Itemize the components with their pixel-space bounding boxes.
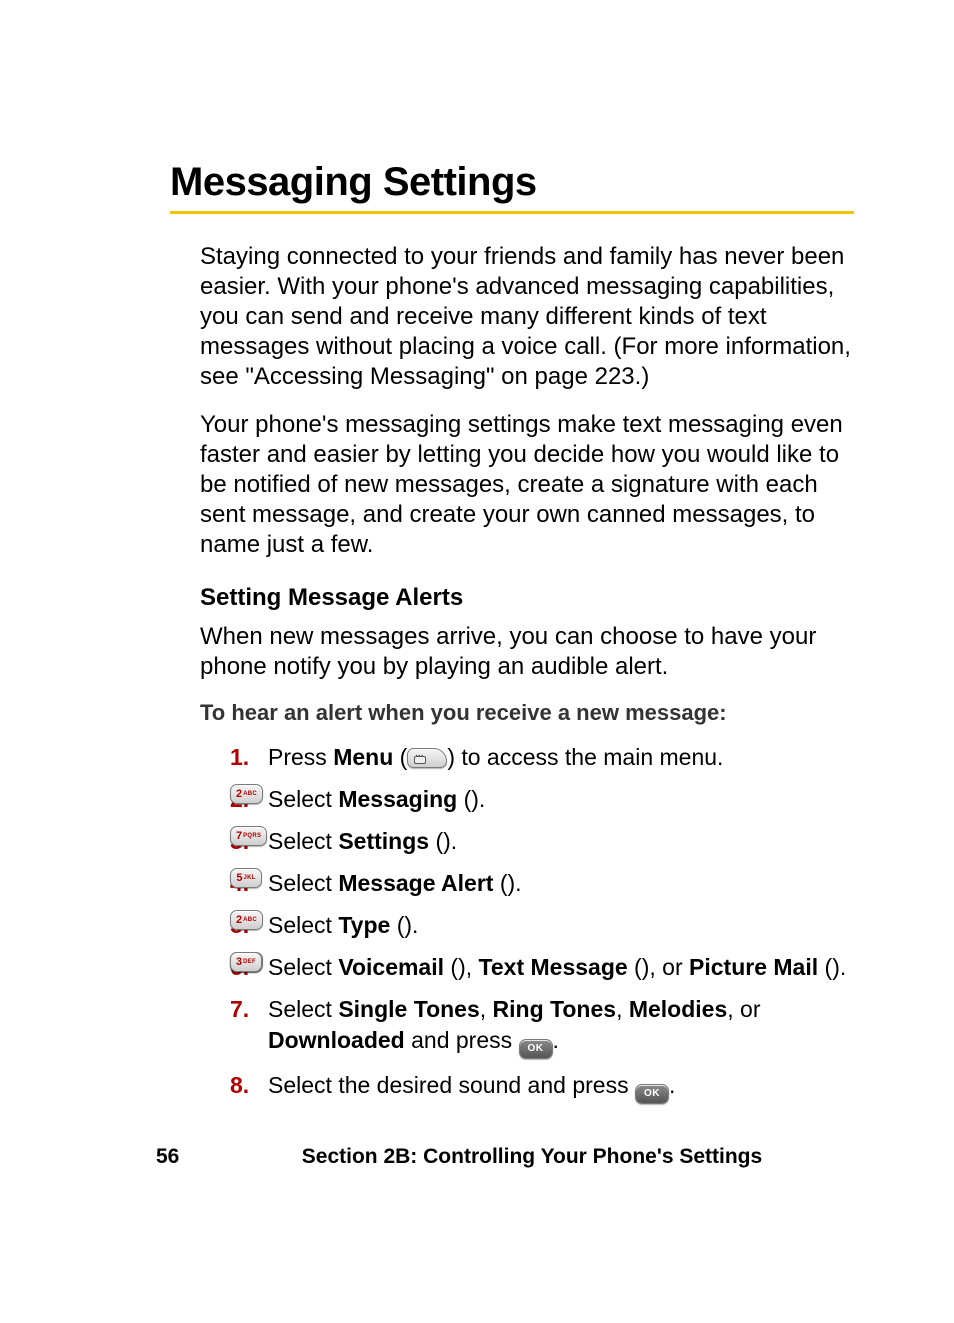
messaging-label: Messaging — [338, 786, 457, 812]
key-letters: JKL — [243, 874, 255, 882]
key-letters: ABC — [243, 916, 257, 924]
step-text: . — [669, 1072, 675, 1098]
step-text: Select — [268, 996, 338, 1022]
message-alert-label: Message Alert — [338, 870, 493, 896]
step-text: and press — [405, 1027, 519, 1053]
melodies-label: Melodies — [629, 996, 727, 1022]
settings-label: Settings — [338, 828, 429, 854]
picture-mail-label: Picture Mail — [689, 954, 818, 980]
step-text: ). — [471, 786, 485, 812]
key-digit: 2 — [236, 913, 242, 928]
step-text: ( — [493, 870, 507, 896]
step-text: ). — [508, 870, 522, 896]
step-7: 7. Select Single Tones, Ring Tones, Melo… — [230, 994, 854, 1059]
step-text: ( — [444, 954, 458, 980]
step-text: Select — [268, 828, 338, 854]
key-2-icon: 2ABC — [230, 784, 263, 804]
step-4: 4. Select Message Alert (5JKL). — [230, 868, 854, 899]
key-digit: 5 — [236, 871, 242, 886]
key-7-icon: 7PQRS — [230, 826, 267, 846]
page-title: Messaging Settings — [170, 160, 854, 205]
step-text: ). — [404, 912, 418, 938]
key-letters: DEF — [243, 958, 256, 966]
step-text: Press — [268, 744, 333, 770]
step-text: Select — [268, 954, 338, 980]
step-text: , — [616, 996, 629, 1022]
step-text: ), — [458, 954, 478, 980]
type-label: Type — [338, 912, 390, 938]
key-digit: 7 — [236, 829, 242, 844]
key-digit: 2 — [236, 787, 242, 802]
step-list: 1. Press Menu ( ) to access the main menu… — [200, 742, 854, 1104]
step-3: 3. Select Settings (7PQRS). — [230, 826, 854, 857]
voicemail-label: Voicemail — [338, 954, 444, 980]
step-number: 7. — [230, 994, 249, 1025]
step-text: ( — [818, 954, 832, 980]
step-text: ( — [457, 786, 471, 812]
step-text: Select — [268, 786, 338, 812]
content-area: Staying connected to your friends and fa… — [170, 242, 854, 1104]
step-text: Select the desired sound and press — [268, 1072, 635, 1098]
key-3-icon: 3DEF — [230, 952, 262, 972]
ok-key-icon: OK — [519, 1039, 553, 1059]
step-text: ), or — [642, 954, 689, 980]
ok-key-icon: OK — [635, 1084, 669, 1104]
step-text: ( — [628, 954, 642, 980]
step-1: 1. Press Menu ( ) to access the main menu… — [230, 742, 854, 773]
ring-tones-label: Ring Tones — [493, 996, 617, 1022]
step-number: 1. — [230, 742, 249, 773]
step-number: 8. — [230, 1070, 249, 1101]
key-5-icon: 5JKL — [230, 868, 262, 888]
manual-page: Messaging Settings Staying connected to … — [0, 0, 954, 1323]
key-digit: 3 — [236, 955, 242, 970]
key-letters: PQRS — [243, 832, 261, 840]
intro-paragraph-2: Your phone's messaging settings make tex… — [200, 410, 854, 560]
menu-label: Menu — [333, 744, 393, 770]
intro-paragraph-1: Staying connected to your friends and fa… — [200, 242, 854, 392]
step-text: . — [553, 1027, 559, 1053]
step-2: 2. Select Messaging (2ABC). — [230, 784, 854, 815]
key-2-icon: 2ABC — [230, 910, 263, 930]
text-message-label: Text Message — [479, 954, 628, 980]
title-rule — [170, 211, 854, 214]
key-letters: ABC — [243, 790, 257, 798]
step-text: ). — [443, 828, 457, 854]
instruction-lead: To hear an alert when you receive a new … — [200, 700, 854, 726]
section-label: Section 2B: Controlling Your Phone's Set… — [0, 1145, 954, 1169]
subheading: Setting Message Alerts — [200, 584, 854, 612]
menu-key-icon — [407, 748, 447, 768]
step-text: , or — [727, 996, 760, 1022]
step-text: Select — [268, 912, 338, 938]
step-text: ) to access the main menu. — [447, 744, 723, 770]
alert-paragraph: When new messages arrive, you can choose… — [200, 622, 854, 682]
step-6: 6. Select Voicemail (1), Text Message (2… — [230, 952, 854, 983]
step-8: 8. Select the desired sound and press OK… — [230, 1070, 854, 1104]
step-text: , — [480, 996, 493, 1022]
step-text: ( — [390, 912, 404, 938]
step-5: 5. Select Type (2ABC). — [230, 910, 854, 941]
step-text: Select — [268, 870, 338, 896]
step-text: ). — [832, 954, 846, 980]
single-tones-label: Single Tones — [338, 996, 479, 1022]
downloaded-label: Downloaded — [268, 1027, 405, 1053]
step-text: ( — [393, 744, 407, 770]
step-text: ( — [429, 828, 443, 854]
